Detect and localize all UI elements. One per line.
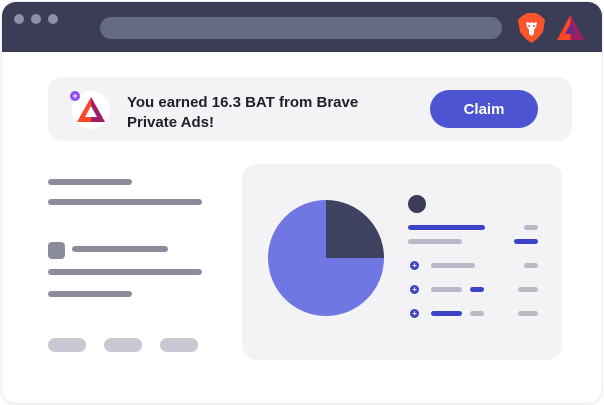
- window-dot-2[interactable]: [31, 14, 41, 24]
- placeholder-line: [48, 291, 132, 297]
- placeholder-line: [48, 269, 202, 275]
- window-dot-1[interactable]: [14, 14, 24, 24]
- address-bar[interactable]: [100, 17, 502, 39]
- list-line: [431, 263, 475, 268]
- plus-icon[interactable]: +: [410, 285, 419, 294]
- placeholder-pill[interactable]: [104, 338, 142, 352]
- placeholder-avatar: [48, 242, 65, 259]
- browser-titlebar: [2, 2, 602, 52]
- placeholder-line: [48, 179, 132, 185]
- ads-notification: + You earned 16.3 BAT from Brave Private…: [48, 77, 572, 141]
- bat-triangle-icon: [77, 97, 105, 122]
- legend-line: [408, 239, 462, 244]
- placeholder-line: [48, 199, 202, 205]
- list-line: [470, 287, 484, 292]
- placeholder-pill[interactable]: [48, 338, 86, 352]
- list-line: [431, 287, 462, 292]
- placeholder-line: [72, 246, 168, 252]
- list-line: [431, 311, 462, 316]
- window-dot-3[interactable]: [48, 14, 58, 24]
- legend-line: [514, 239, 538, 244]
- plus-icon[interactable]: +: [410, 309, 419, 318]
- list-line: [470, 311, 484, 316]
- legend-line: [408, 225, 485, 230]
- notification-message: You earned 16.3 BAT from Brave Private A…: [127, 94, 359, 131]
- stats-card: + + +: [242, 164, 562, 360]
- brave-lion-icon[interactable]: [518, 13, 545, 43]
- list-line: [518, 311, 538, 316]
- bat-triangle-icon[interactable]: [557, 15, 584, 40]
- legend-line: [524, 225, 538, 230]
- list-line: [524, 263, 538, 268]
- list-line: [518, 287, 538, 292]
- placeholder-pill[interactable]: [160, 338, 198, 352]
- plus-icon: +: [70, 91, 80, 101]
- browser-window: + You earned 16.3 BAT from Brave Private…: [2, 2, 602, 403]
- claim-button[interactable]: Claim: [430, 90, 538, 128]
- legend-dot: [408, 195, 426, 213]
- pie-chart: [268, 200, 384, 316]
- pie-slice-1: [326, 200, 384, 258]
- plus-icon[interactable]: +: [410, 261, 419, 270]
